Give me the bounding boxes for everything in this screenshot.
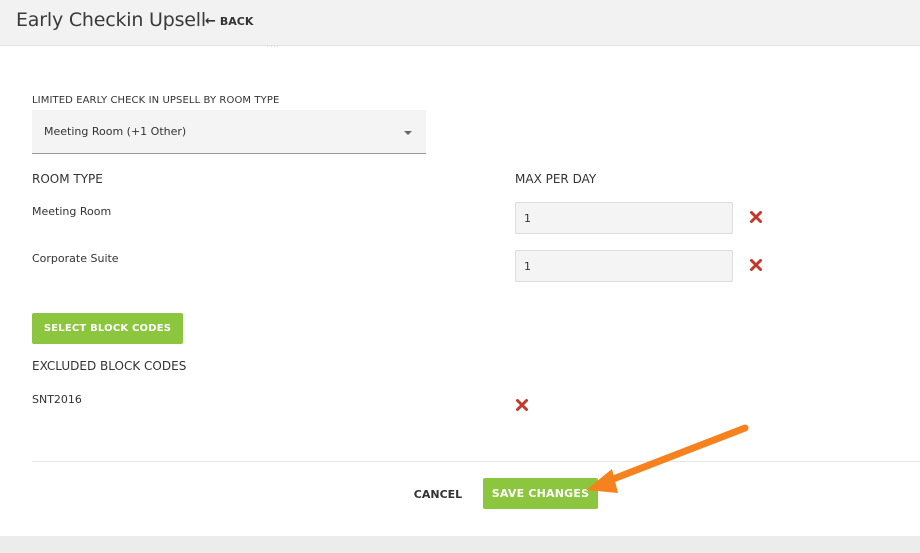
delete-block-code-icon[interactable] xyxy=(515,398,529,412)
back-label: BACK xyxy=(219,15,254,28)
delete-row-icon[interactable] xyxy=(749,258,763,272)
left-arrow-icon: ← xyxy=(205,14,216,29)
excluded-block-codes-header: EXCLUDED BLOCK CODES xyxy=(32,359,187,373)
settings-card: ^^ LIMITED EARLY CHECK IN UPSELL BY ROOM… xyxy=(0,46,920,536)
cut-off-mark: ^^ xyxy=(266,46,278,49)
select-block-codes-button[interactable]: SELECT BLOCK CODES xyxy=(32,313,183,344)
room-type-label: Meeting Room xyxy=(32,205,112,218)
room-type-header: ROOM TYPE xyxy=(32,172,103,186)
back-link[interactable]: ← BACK xyxy=(205,15,253,28)
top-bar: Early Checkin Upsell ← BACK xyxy=(0,0,920,46)
delete-row-icon[interactable] xyxy=(749,210,763,224)
room-type-select[interactable]: Meeting Room (+1 Other) xyxy=(32,110,426,154)
max-per-day-input[interactable] xyxy=(515,202,733,234)
bottom-strip xyxy=(0,536,920,553)
cancel-button[interactable]: CANCEL xyxy=(408,484,468,504)
block-code-label: SNT2016 xyxy=(32,393,82,406)
room-type-select-value: Meeting Room (+1 Other) xyxy=(44,125,187,138)
save-changes-button[interactable]: SAVE CHANGES xyxy=(483,478,598,509)
max-per-day-input[interactable] xyxy=(515,250,733,282)
max-per-day-header: MAX PER DAY xyxy=(515,172,597,186)
caret-down-icon xyxy=(404,131,412,135)
upsell-section-label: LIMITED EARLY CHECK IN UPSELL BY ROOM TY… xyxy=(32,95,280,106)
room-type-label: Corporate Suite xyxy=(32,252,119,265)
page-title: Early Checkin Upsell xyxy=(16,9,206,31)
footer-divider xyxy=(32,461,920,462)
